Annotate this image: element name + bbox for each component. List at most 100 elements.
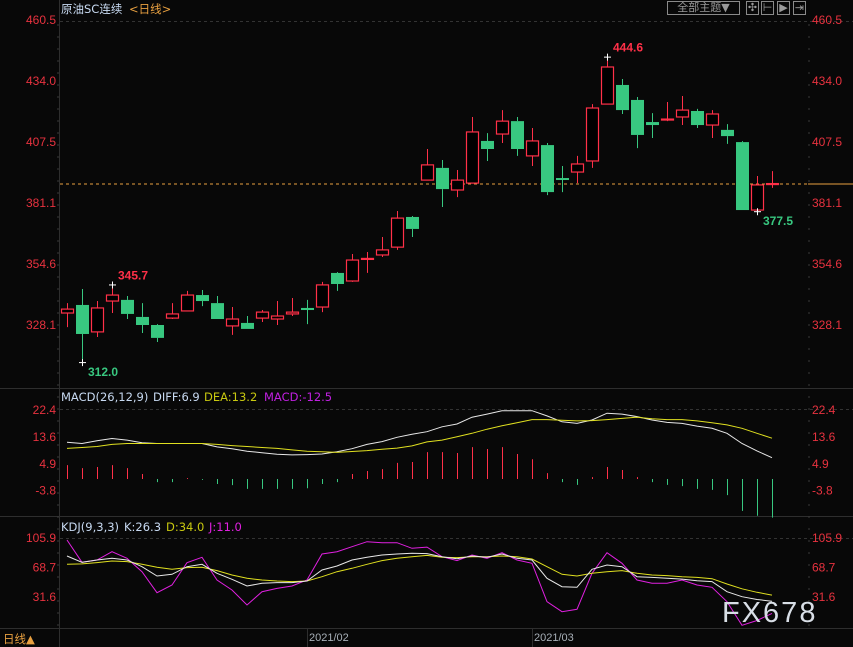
price-tick-right: 354.6: [812, 257, 842, 271]
candle-body: [721, 129, 734, 137]
kdj-title: KDJ(9,3,3): [61, 520, 119, 534]
candle-up: [450, 169, 465, 198]
futures-chart[interactable]: 原油SC连续 <日线> 460.5 460.5 434.0 434.0 407.5 407…: [0, 0, 853, 647]
candle-body: [495, 120, 510, 135]
macd-axis: 22.4 22.4 13.6 13.6 4.9 4.9 -3.8 -3.8: [33, 403, 836, 498]
candle-body: [121, 299, 134, 314]
candle-down: [196, 289, 209, 307]
candle-body: [675, 109, 690, 118]
kdj-panel: [66, 539, 773, 626]
candle-body: [301, 307, 314, 311]
theme-select-button[interactable]: 全部主题▼: [667, 1, 740, 15]
candle-up: [255, 310, 270, 323]
candle-body: [705, 113, 720, 126]
candle-up: [600, 56, 615, 105]
kdj-j-value: J:11.0: [208, 520, 242, 534]
candle-up: [750, 175, 765, 212]
candle-body: [331, 272, 344, 284]
candle-up: [495, 110, 510, 144]
candle-down: [481, 133, 494, 161]
candle-down: [406, 216, 419, 238]
candle-up: [525, 128, 540, 167]
candle-body: [525, 140, 540, 157]
candle-down: [541, 143, 554, 196]
d-line: [66, 554, 773, 596]
kdj-axis: 105.9 105.968.7 68.731.6 31.6: [26, 531, 842, 604]
candles: [60, 56, 780, 363]
candle-body: [541, 145, 554, 193]
candle-up: [360, 251, 375, 273]
candle-down: [556, 166, 569, 193]
candle-up: [60, 303, 75, 328]
price-tick-left: 460.5: [26, 13, 56, 27]
price-tick-left: 407.5: [26, 135, 56, 149]
candle-body: [180, 294, 195, 312]
candle-down: [151, 324, 164, 343]
candle-up: [675, 96, 690, 126]
zoom-in-range-icon: ⊢: [762, 1, 773, 14]
macd-diff-value: DIFF:6.9: [153, 390, 200, 404]
macd-title: MACD(26,12,9): [61, 390, 148, 404]
candle-body: [570, 163, 585, 173]
high-price-label: 345.7: [118, 268, 148, 282]
panel-frame: [0, 0, 853, 647]
period-toggle[interactable]: 日线▲: [3, 632, 35, 646]
candle-body: [285, 311, 300, 315]
candle-body: [511, 121, 524, 150]
high-price-label: 444.6: [613, 41, 643, 55]
macd-tick-left: -3.8: [35, 484, 56, 498]
candle-down: [301, 299, 314, 325]
crosshair-button[interactable]: ✣: [746, 1, 759, 15]
candle-body: [390, 217, 405, 248]
candle-body: [255, 311, 270, 319]
candle-body: [660, 118, 675, 121]
candle-body: [345, 259, 360, 282]
price-tick-left: 328.1: [26, 318, 56, 332]
price-axis-left: 460.5 460.5 434.0 434.0 407.5 407.5 381.1 381.1…: [26, 13, 842, 332]
macd-dea-value: DEA:13.2: [204, 390, 257, 404]
candle-body: [600, 66, 615, 105]
candle-up: [105, 284, 120, 314]
candle-body: [315, 284, 330, 308]
candle-up: [765, 171, 780, 188]
candle-down: [511, 116, 524, 156]
candle-body: [60, 308, 75, 314]
candle-down: [76, 289, 89, 363]
candle-body: [465, 131, 480, 184]
candle-down: [631, 96, 644, 149]
candle-body: [360, 257, 375, 261]
candle-down: [721, 124, 734, 144]
candle-down: [211, 295, 224, 320]
candle-down: [736, 141, 749, 211]
candle-body: [631, 99, 644, 135]
price-tick-right: 407.5: [812, 135, 842, 149]
candle-body: [196, 295, 209, 302]
watermark-logo: FX678: [722, 597, 817, 629]
candle-up: [390, 210, 405, 250]
date-axis: 2021/02 2021/03: [307, 628, 574, 647]
macd-tick-right: 4.9: [812, 457, 829, 471]
candle-body: [691, 110, 704, 126]
j-line: [66, 539, 773, 626]
candle-body: [585, 107, 600, 162]
candle-body: [76, 304, 89, 334]
top-gridlines: [60, 21, 853, 539]
price-tick-left: 381.1: [26, 196, 56, 210]
low-price-label: 377.5: [763, 214, 793, 228]
candle-body: [481, 140, 494, 150]
candle-body: [270, 315, 285, 320]
forward-button[interactable]: ▶: [777, 1, 790, 15]
macd-tick-right: -3.8: [812, 484, 833, 498]
macd-histogram-value: MACD:-12.5: [264, 390, 332, 404]
candle-body: [165, 313, 180, 319]
range-button[interactable]: ⊢: [761, 1, 774, 15]
candle-body: [750, 184, 765, 211]
date-label: 2021/02: [309, 632, 349, 644]
candle-body: [136, 316, 149, 325]
macd-tick-left: 22.4: [33, 403, 57, 417]
candle-up: [270, 301, 285, 325]
price-tick-right: 328.1: [812, 318, 842, 332]
kdj-tick-left: 68.7: [33, 561, 57, 575]
move-right-button[interactable]: ⇥: [793, 1, 806, 15]
price-tick-left: 354.6: [26, 257, 56, 271]
